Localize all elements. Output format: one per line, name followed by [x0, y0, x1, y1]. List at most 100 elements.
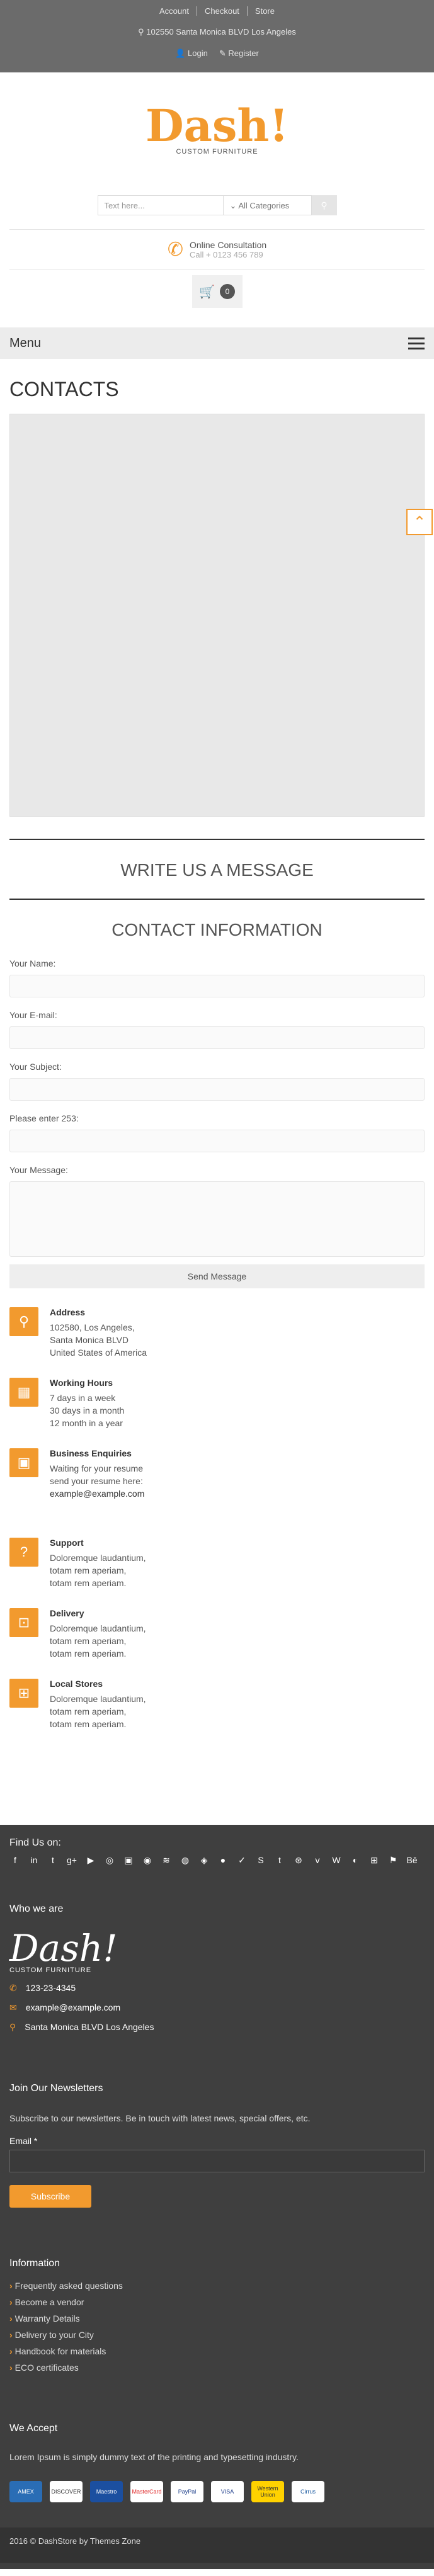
message-label: Your Message:: [9, 1165, 68, 1175]
subscribe-button[interactable]: Subscribe: [9, 2185, 91, 2208]
info-link[interactable]: › Delivery to your City: [9, 2330, 425, 2340]
accept-title: We Accept: [9, 2423, 58, 2434]
info-link[interactable]: › Handbook for materials: [9, 2346, 425, 2356]
cart-button[interactable]: 🛒 0: [191, 275, 243, 308]
basket-icon: ⊞: [9, 1679, 38, 1708]
login-label: Login: [188, 48, 208, 58]
captcha-input[interactable]: [9, 1130, 425, 1152]
auth-links: 👤 Login ✎ Register: [0, 48, 434, 59]
stumbleupon-icon[interactable]: ◐: [350, 1855, 361, 1866]
pinterest-icon[interactable]: ◍: [180, 1855, 191, 1866]
info-title: Address: [50, 1307, 86, 1317]
phone-icon: ✆: [9, 1983, 17, 1993]
hamburger-icon[interactable]: [408, 334, 425, 353]
tumblr-icon[interactable]: t: [274, 1855, 285, 1866]
discover-card-icon: DISCOVER: [50, 2481, 83, 2502]
behance-icon[interactable]: Bē: [406, 1855, 418, 1866]
payment-cards: AMEX DISCOVER Maestro MasterCard PayPal …: [9, 2481, 425, 2502]
skype-icon[interactable]: S: [255, 1855, 266, 1866]
name-input[interactable]: [9, 975, 425, 997]
map-pin-icon: ⚲: [9, 2022, 16, 2032]
register-link[interactable]: ✎ Register: [219, 48, 259, 59]
info-link[interactable]: › Become a vendor: [9, 2297, 425, 2307]
info-line: totam rem aperiam,: [50, 1565, 127, 1575]
footer-email[interactable]: ✉ example@example.com: [9, 2002, 425, 2013]
copyright: 2016 © DashStore by Themes Zone: [0, 2528, 434, 2563]
info-local-stores: ⊞ Local Stores Doloremque laudantium, to…: [9, 1679, 425, 1730]
subject-input[interactable]: [9, 1078, 425, 1101]
scroll-to-top-button[interactable]: ⌃: [406, 509, 433, 535]
info-link-label: Frequently asked questions: [14, 2281, 123, 2291]
chevron-up-icon: ⌃: [413, 513, 426, 531]
info-title: Local Stores: [50, 1679, 103, 1689]
map[interactable]: ⌃: [9, 414, 433, 817]
footer-logo-subtitle: CUSTOM FURNITURE: [9, 1966, 92, 1974]
online-consultation: ✆ Online Consultation Call + 0123 456 78…: [0, 230, 434, 269]
info-link[interactable]: › ECO certificates: [9, 2363, 425, 2373]
facebook-icon[interactable]: f: [9, 1855, 21, 1866]
flickr-icon[interactable]: ●: [217, 1855, 229, 1866]
store-link[interactable]: Store: [248, 6, 282, 16]
google-plus-icon[interactable]: g+: [66, 1855, 77, 1866]
login-link[interactable]: 👤 Login: [175, 48, 208, 59]
info-line: 12 month in a year: [50, 1418, 123, 1428]
tumblr-square-icon[interactable]: ▣: [123, 1855, 134, 1866]
info-address: ⚲ Address 102580, Los Angeles, Santa Mon…: [9, 1307, 425, 1359]
search-input[interactable]: Text here...: [97, 195, 224, 215]
info-line: Doloremque laudantium,: [50, 1553, 146, 1563]
western-union-card-icon: Western Union: [251, 2481, 284, 2502]
windows-icon[interactable]: ⊞: [368, 1855, 380, 1866]
foursquare-icon[interactable]: ✓: [236, 1855, 248, 1866]
rss-icon[interactable]: ≋: [161, 1855, 172, 1866]
footer-address: ⚲ Santa Monica BLVD Los Angeles: [9, 2022, 425, 2033]
info-line: totam rem aperiam,: [50, 1706, 127, 1716]
cart-count: 0: [219, 284, 235, 299]
contact-info-title: CONTACT INFORMATION: [9, 899, 425, 946]
info-line: Waiting for your resume: [50, 1463, 144, 1473]
info-link[interactable]: › Warranty Details: [9, 2313, 425, 2324]
github-icon[interactable]: ◉: [142, 1855, 153, 1866]
search-button[interactable]: ⚲: [311, 195, 337, 215]
vimeo-icon[interactable]: v: [312, 1855, 323, 1866]
twitter-icon[interactable]: t: [47, 1855, 59, 1866]
info-link[interactable]: › Frequently asked questions: [9, 2281, 425, 2291]
dropbox-icon[interactable]: ◈: [198, 1855, 210, 1866]
question-icon: ?: [9, 1538, 38, 1567]
address-text: 102550 Santa Monica BLVD Los Angeles: [146, 27, 296, 37]
social-icons: f in t g+ ▶ ◎ ▣ ◉ ≋ ◍ ◈ ● ✓ S t ⊛ v W ◐ …: [9, 1855, 425, 1866]
instagram-icon[interactable]: ◎: [104, 1855, 115, 1866]
message-textarea[interactable]: [9, 1181, 425, 1257]
info-line: totam rem aperiam.: [50, 1578, 127, 1588]
enquiry-email-link[interactable]: example@example.com: [50, 1487, 144, 1500]
paypal-card-icon: PayPal: [171, 2481, 203, 2502]
menu-bar[interactable]: Menu: [0, 327, 434, 359]
newsletter-title: Join Our Newsletters: [9, 2083, 103, 2094]
email-label: Your E-mail:: [9, 1010, 57, 1020]
chevron-right-icon: ›: [9, 2281, 13, 2291]
checkout-link[interactable]: Checkout: [197, 6, 248, 16]
info-support: ? Support Doloremque laudantium, totam r…: [9, 1538, 425, 1589]
find-us-title: Find Us on:: [9, 1837, 61, 1848]
footer-phone: ✆ 123-23-4345: [9, 1983, 425, 1994]
search-icon: ⚲: [321, 200, 328, 210]
send-message-button[interactable]: Send Message: [9, 1264, 425, 1288]
map-pin-icon: ⚲: [9, 1307, 38, 1336]
mastercard-icon: MasterCard: [130, 2481, 163, 2502]
info-title: Working Hours: [50, 1378, 113, 1388]
register-label: Register: [228, 48, 259, 58]
youtube-icon[interactable]: ▶: [85, 1855, 96, 1866]
chevron-right-icon: ›: [9, 2297, 13, 2307]
category-select[interactable]: ⌄ All Categories: [223, 195, 312, 215]
logo-mark: Dash!: [145, 99, 289, 152]
dribbble-icon[interactable]: ⊛: [293, 1855, 304, 1866]
newsletter-email-input[interactable]: [9, 2150, 425, 2172]
top-address: ⚲ 102550 Santa Monica BLVD Los Angeles: [0, 27, 434, 37]
email-text: example@example.com: [25, 2002, 121, 2012]
flag-icon[interactable]: ⚑: [387, 1855, 399, 1866]
linkedin-icon[interactable]: in: [28, 1855, 40, 1866]
email-input[interactable]: [9, 1026, 425, 1049]
wordpress-icon[interactable]: W: [331, 1855, 342, 1866]
amex-card-icon: AMEX: [9, 2481, 42, 2502]
site-logo[interactable]: Dash! CUSTOM FURNITURE: [0, 72, 434, 195]
account-link[interactable]: Account: [152, 6, 197, 16]
